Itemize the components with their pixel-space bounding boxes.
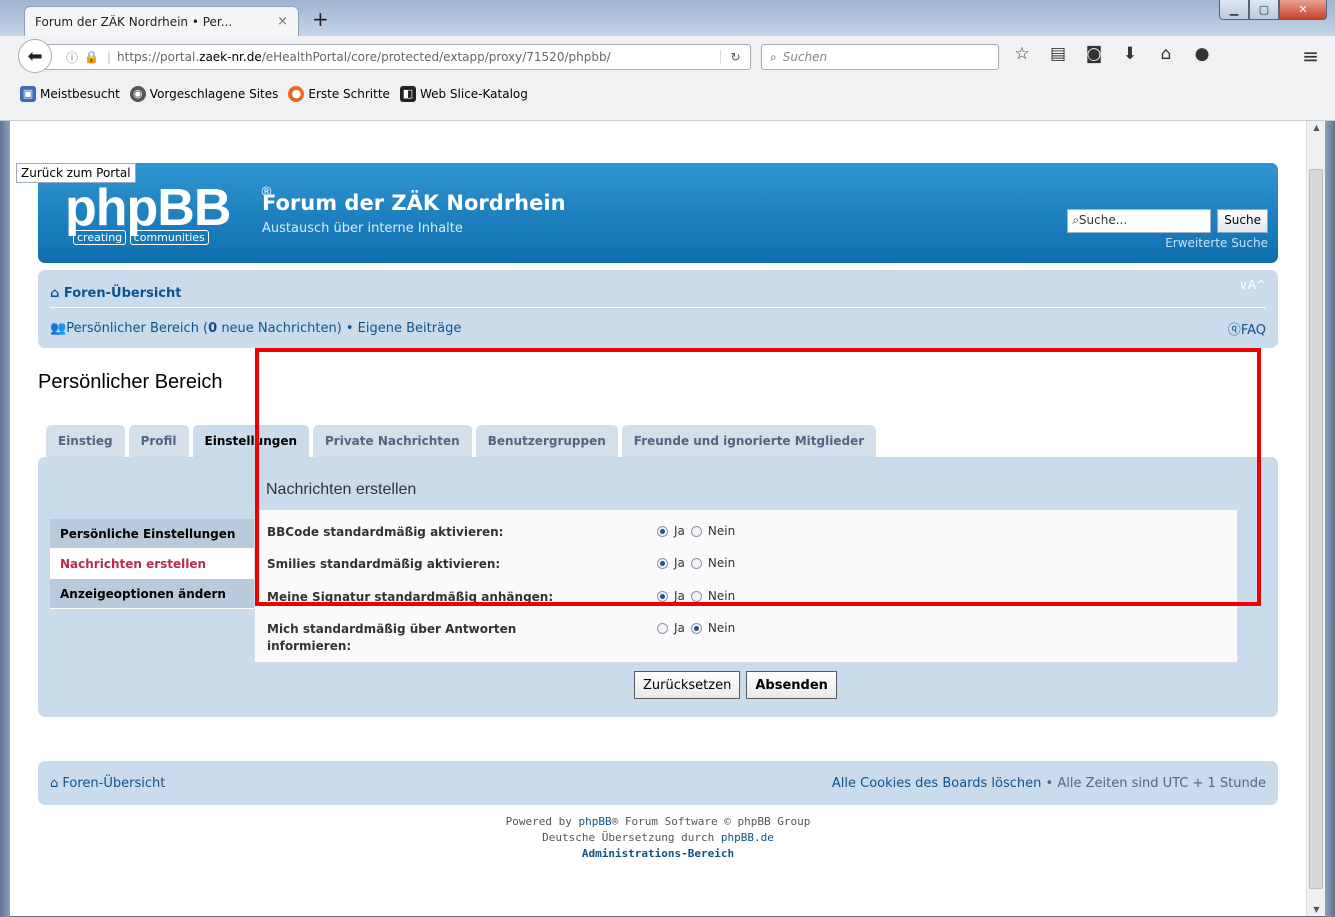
setting-row: Mich standardmäßig über Antworten inform… [267, 621, 736, 653]
admin-link[interactable]: Administrations-Bereich [38, 846, 1278, 862]
scroll-thumb[interactable] [1309, 169, 1323, 889]
scroll-down-icon[interactable]: ▼ [1307, 905, 1326, 914]
forum-search: ⌕Suche... Suche [1067, 209, 1268, 233]
radio-notify-no[interactable] [690, 622, 702, 634]
bookmark-folder-icon: ▣ [20, 86, 36, 102]
footer-index-link[interactable]: Foren-Übersicht [62, 776, 165, 791]
phpbb-logo[interactable]: phpBB ® creating communities [65, 182, 273, 245]
settings-panel: Nachrichten erstellen BBCode standardmäß… [254, 477, 1238, 699]
back-button[interactable]: ⬅ [18, 39, 52, 73]
back-arrow-icon: ⬅ [27, 45, 43, 67]
forum-search-input[interactable]: ⌕Suche... [1067, 209, 1212, 233]
radio-smilies-no[interactable] [690, 557, 702, 569]
nav-panel: ⌂ Foren-Übersicht ∨A^ 👥 Persönlicher Ber… [38, 270, 1278, 348]
tab-profil[interactable]: Profil [128, 425, 189, 457]
window-titlebar: Forum der ZÄK Nordrhein • Per... × + ▁ ▢… [0, 0, 1335, 36]
settings-form: BBCode standardmäßig aktivieren: Ja Nein… [254, 509, 1238, 663]
page-title: Persönlicher Bereich [38, 371, 223, 393]
site-name: Forum der ZÄK Nordrhein [262, 191, 566, 215]
tab-title: Forum der ZÄK Nordrhein • Per... [35, 14, 233, 29]
home-icon: ⌂ [50, 286, 64, 301]
radio-bbcode-yes[interactable] [657, 525, 668, 537]
menu-persoenliche-einstellungen[interactable]: Persönliche Einstellungen [50, 519, 265, 549]
browser-tab[interactable]: Forum der ZÄK Nordrhein • Per... × [24, 6, 299, 36]
radio-signature-no[interactable] [690, 590, 702, 602]
radio-notify-yes[interactable] [657, 622, 668, 634]
web-slice-icon: ◧ [399, 86, 416, 102]
bookmark-item[interactable]: ▣ Meistbesucht [20, 86, 120, 102]
tab-benutzergruppen[interactable]: Benutzergruppen [475, 425, 618, 457]
browser-search-input[interactable]: ⌕ Suchen [761, 44, 999, 70]
home-icon[interactable]: ⌂ [1154, 44, 1178, 64]
site-description: Austausch über interne Inhalte [262, 221, 463, 236]
font-size-control[interactable]: ∨A^ [1239, 278, 1266, 292]
tab-einstieg[interactable]: Einstieg [46, 425, 125, 457]
download-icon[interactable]: ⬇ [1118, 44, 1142, 64]
form-buttons: Zurücksetzen Absenden [634, 671, 837, 699]
home-icon: ⌂ [50, 775, 63, 791]
advanced-search-link[interactable]: Erweiterte Suche [1165, 236, 1268, 250]
browser-toolbar: ⓘ 🔒 | https://portal.zaek-nr.de/eHealthP… [0, 36, 1335, 121]
radio-signature-yes[interactable] [657, 590, 668, 602]
reset-button[interactable]: Zurücksetzen [634, 671, 741, 699]
address-bar[interactable]: ⓘ 🔒 | https://portal.zaek-nr.de/eHealthP… [45, 44, 751, 70]
setting-row: Smilies standardmäßig aktivieren: Ja Nei… [267, 556, 736, 571]
maximize-button[interactable]: ▢ [1249, 0, 1279, 20]
ucp-link[interactable]: Persönlicher Bereich (0 neue Nachrichten… [66, 321, 461, 336]
new-tab-button[interactable]: + [312, 9, 329, 29]
bookmark-item[interactable]: ◉ Vorgeschlagene Sites [129, 86, 278, 102]
radio-bbcode-no[interactable] [690, 525, 702, 537]
back-to-portal-link[interactable]: Zurück zum Portal [16, 163, 136, 183]
close-window-button[interactable]: ✕ [1279, 0, 1327, 20]
setting-row: BBCode standardmäßig aktivieren: Ja Nein [267, 524, 736, 539]
footer-nav: ⌂ Foren-Übersicht Alle Cookies des Board… [38, 761, 1278, 805]
lock-icon[interactable]: 🔒 [84, 50, 99, 64]
reading-list-icon[interactable]: ▤ [1046, 44, 1070, 64]
side-menu: Persönliche Einstellungen Nachrichten er… [50, 519, 265, 609]
url-text[interactable]: https://portal.zaek-nr.de/eHealthPortal/… [117, 50, 720, 64]
toolbar-icons: ☆ ▤ ◙ ⬇ ⌂ ● [1010, 44, 1214, 64]
phpbb-link[interactable]: phpBB [579, 815, 612, 828]
search-icon: ⌕ [770, 49, 777, 64]
vertical-scrollbar[interactable]: ▲ ▼ [1306, 121, 1325, 916]
menu-nachrichten-erstellen[interactable]: Nachrichten erstellen [50, 549, 265, 579]
panel-title: Nachrichten erstellen [266, 481, 417, 498]
faq-link[interactable]: ⓠFAQ [1228, 319, 1266, 338]
bookmark-item[interactable]: ● Erste Schritte [288, 86, 390, 102]
submit-button[interactable]: Absenden [746, 671, 837, 699]
bookmark-item[interactable]: ◧ Web Slice-Katalog [399, 86, 528, 102]
forum-header: phpBB ® creating communities Forum der Z… [38, 163, 1278, 263]
forum-index-link[interactable]: Foren-Übersicht [64, 286, 182, 301]
faq-icon: ⓠ [1227, 322, 1241, 338]
timezone-text: • Alle Zeiten sind UTC + 1 Stunde [1041, 775, 1266, 791]
tab-private-nachrichten[interactable]: Private Nachrichten [313, 425, 472, 457]
bookmark-star-icon[interactable]: ☆ [1010, 44, 1034, 64]
tab-einstellungen[interactable]: Einstellungen [192, 425, 310, 457]
user-icon: 👥 [50, 320, 67, 336]
hamburger-menu-icon[interactable]: ≡ [1302, 44, 1319, 68]
radio-smilies-yes[interactable] [657, 557, 668, 569]
bookmarks-bar: ▣ Meistbesucht ◉ Vorgeschlagene Sites ● Ers… [0, 80, 534, 108]
chat-icon[interactable]: ● [1190, 44, 1214, 64]
firefox-icon: ● [288, 86, 305, 102]
info-icon[interactable]: ⓘ [66, 49, 78, 66]
ucp-tabs: Einstieg Profil Einstellungen Private Na… [46, 425, 877, 457]
phpbb-de-link[interactable]: phpBB.de [721, 831, 774, 844]
forum-search-button[interactable]: Suche [1217, 209, 1268, 233]
window-controls: ▁ ▢ ✕ [1219, 0, 1327, 20]
menu-anzeigeoptionen[interactable]: Anzeigeoptionen ändern [50, 579, 265, 609]
reload-icon[interactable]: ↻ [720, 50, 750, 64]
search-icon: ⌕ [1072, 213, 1079, 227]
tab-close-icon[interactable]: × [277, 14, 288, 29]
pocket-icon[interactable]: ◙ [1082, 44, 1106, 64]
minimize-button[interactable]: ▁ [1219, 0, 1249, 20]
globe-icon: ◉ [129, 86, 146, 102]
delete-cookies-link[interactable]: Alle Cookies des Boards löschen [832, 776, 1042, 791]
page-viewport: Zurück zum Portal phpBB ® creating commu… [10, 121, 1306, 916]
copyright: Powered by phpBB® Forum Software © phpBB… [38, 814, 1278, 862]
scroll-up-icon[interactable]: ▲ [1307, 123, 1326, 132]
setting-row: Meine Signatur standardmäßig anhängen: J… [267, 589, 736, 604]
tab-freunde[interactable]: Freunde und ignorierte Mitglieder [621, 425, 877, 457]
